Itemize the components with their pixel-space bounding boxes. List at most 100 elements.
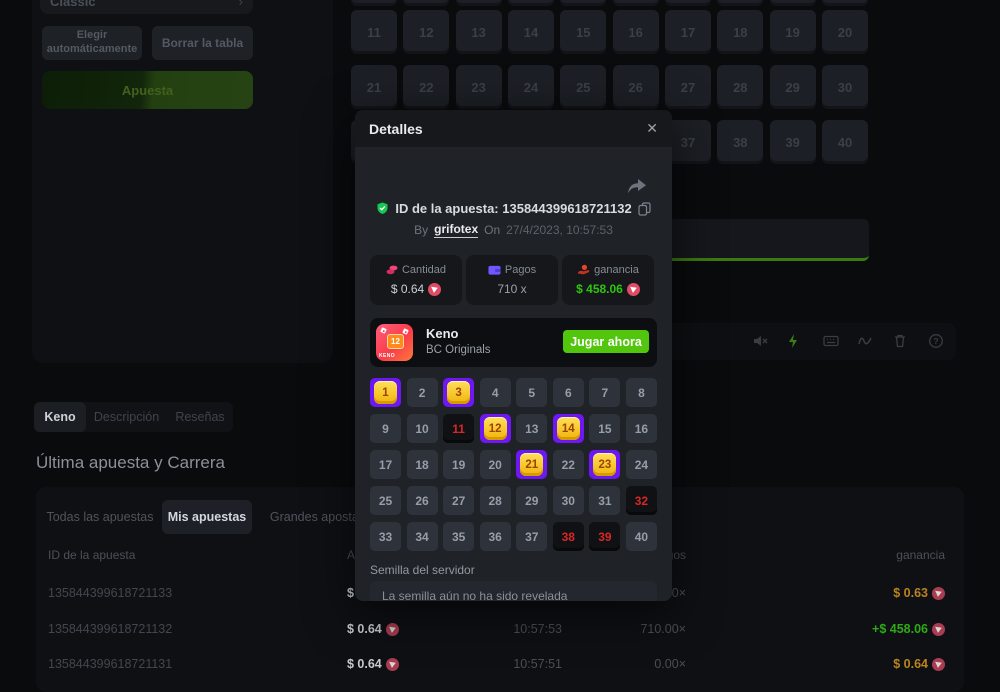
board-tile-13[interactable]: 13	[456, 10, 502, 54]
username-link[interactable]: grifotex	[434, 222, 478, 238]
keno-result-cell-21: 21	[516, 450, 547, 479]
board-tile-7[interactable]: 7	[665, 0, 711, 6]
keno-result-cell-23: 23	[589, 450, 620, 479]
trx-coin-icon	[386, 623, 399, 636]
svg-text:?: ?	[933, 336, 938, 346]
keno-result-cell-1: 1	[370, 378, 401, 407]
board-tile-16[interactable]: 16	[613, 10, 659, 54]
bet-time-cell: 10:57:53	[456, 621, 562, 637]
board-tile-2[interactable]: 2	[403, 0, 449, 6]
stat-profit: ganancia $ 458.06	[562, 255, 654, 305]
keno-result-cell-28: 28	[480, 486, 511, 515]
board-tile-11[interactable]: 11	[351, 10, 397, 54]
keno-result-cell-34: 34	[407, 522, 438, 551]
result-grid: 1234567891011121314151617181920212223242…	[370, 378, 657, 551]
bet-id-text: ID de la apuesta: 135844399618721132	[395, 201, 631, 216]
keno-game-icon: 12 KENO	[376, 324, 413, 361]
keno-result-cell-18: 18	[407, 450, 438, 479]
bet-id-cell: 135844399618721133	[48, 585, 172, 601]
board-tile-25[interactable]: 25	[560, 65, 606, 109]
copy-icon[interactable]	[638, 202, 651, 216]
tab-descripcion[interactable]: Descripción	[86, 402, 167, 432]
live-stats-icon[interactable]	[857, 333, 873, 349]
board-tile-6[interactable]: 6	[613, 0, 659, 6]
shield-check-icon	[376, 202, 389, 215]
tab-my-bets[interactable]: Mis apuestas	[162, 500, 252, 534]
bet-profit-cell: +$ 458.06	[872, 621, 945, 637]
bet-payout-cell: 0.00×	[576, 656, 686, 672]
wallet-icon	[488, 264, 501, 276]
play-now-button[interactable]: Jugar ahora	[563, 330, 649, 353]
trx-coin-icon	[627, 283, 640, 296]
keno-result-cell-6: 6	[553, 378, 584, 407]
header-bet-id: ID de la apuesta	[48, 548, 135, 562]
keno-result-cell-8: 8	[626, 378, 657, 407]
keno-result-cell-14: 14	[553, 414, 584, 443]
board-tile-23[interactable]: 23	[456, 65, 502, 109]
board-tile-38[interactable]: 38	[717, 120, 763, 164]
keno-result-cell-30: 30	[553, 486, 584, 515]
table-row[interactable]: 135844399618721131$ 0.6410:57:510.00×$ 0…	[36, 656, 964, 672]
trx-coin-icon	[386, 658, 399, 671]
board-tile-19[interactable]: 19	[770, 10, 816, 54]
table-row[interactable]: 135844399618721132$ 0.6410:57:53710.00×+…	[36, 621, 964, 637]
keno-result-cell-39: 39	[589, 522, 620, 551]
board-tile-14[interactable]: 14	[508, 10, 554, 54]
board-tile-3[interactable]: 3	[456, 0, 502, 6]
keno-result-cell-33: 33	[370, 522, 401, 551]
game-card[interactable]: 12 KENO Keno BC Originals Jugar ahora	[370, 318, 657, 367]
keyboard-icon[interactable]	[823, 333, 839, 349]
keno-result-cell-4: 4	[480, 378, 511, 407]
board-tile-26[interactable]: 26	[613, 65, 659, 109]
keno-result-cell-27: 27	[443, 486, 474, 515]
board-tile-22[interactable]: 22	[403, 65, 449, 109]
board-tile-29[interactable]: 29	[770, 65, 816, 109]
stat-payout: Pagos 710 x	[466, 255, 558, 305]
board-tile-21[interactable]: 21	[351, 65, 397, 109]
close-icon[interactable]: ✕	[646, 120, 658, 137]
share-icon[interactable]	[627, 178, 647, 196]
board-tile-15[interactable]: 15	[560, 10, 606, 54]
trx-coin-icon	[428, 283, 441, 296]
board-tile-4[interactable]: 4	[508, 0, 554, 6]
stat-amount-value: $ 0.64	[391, 282, 424, 296]
trash-icon[interactable]	[892, 333, 908, 349]
board-tile-8[interactable]: 8	[717, 0, 763, 6]
board-tile-17[interactable]: 17	[665, 10, 711, 54]
help-icon[interactable]: ?	[928, 333, 944, 349]
stat-amount: Cantidad $ 0.64	[370, 255, 462, 305]
board-tile-9[interactable]: 9	[770, 0, 816, 6]
board-tile-30[interactable]: 30	[822, 65, 868, 109]
board-tile-24[interactable]: 24	[508, 65, 554, 109]
keno-result-cell-38: 38	[553, 522, 584, 551]
server-seed-field[interactable]: La semilla aún no ha sido revelada	[370, 581, 657, 601]
board-tile-20[interactable]: 20	[822, 10, 868, 54]
tab-keno[interactable]: Keno	[34, 402, 86, 432]
bet-amount-cell: $ 0.64	[347, 621, 399, 637]
bet-payout-cell: 710.00×	[576, 621, 686, 637]
speaker-muted-icon[interactable]	[752, 333, 768, 349]
keno-result-cell-40: 40	[626, 522, 657, 551]
keno-result-cell-26: 26	[407, 486, 438, 515]
trx-coin-icon	[932, 623, 945, 636]
board-tile-10[interactable]: 10	[822, 0, 868, 6]
keno-result-cell-29: 29	[516, 486, 547, 515]
board-tile-12[interactable]: 12	[403, 10, 449, 54]
bet-time-cell: 10:57:51	[456, 656, 562, 672]
tab-resenas[interactable]: Reseñas	[167, 402, 233, 432]
board-tile-28[interactable]: 28	[717, 65, 763, 109]
board-tile-1[interactable]: 1	[351, 0, 397, 6]
keno-result-cell-19: 19	[443, 450, 474, 479]
bolt-icon[interactable]	[786, 333, 802, 349]
board-tile-27[interactable]: 27	[665, 65, 711, 109]
game-name: Keno	[426, 326, 459, 341]
tab-all-bets[interactable]: Todas las apuestas	[44, 500, 156, 534]
stat-profit-value: $ 458.06	[576, 282, 623, 296]
board-tile-5[interactable]: 5	[560, 0, 606, 6]
keno-result-cell-36: 36	[480, 522, 511, 551]
board-tile-39[interactable]: 39	[770, 120, 816, 164]
keno-result-cell-32: 32	[626, 486, 657, 515]
board-tile-40[interactable]: 40	[822, 120, 868, 164]
board-tile-18[interactable]: 18	[717, 10, 763, 54]
modal-title: Detalles	[369, 121, 423, 137]
